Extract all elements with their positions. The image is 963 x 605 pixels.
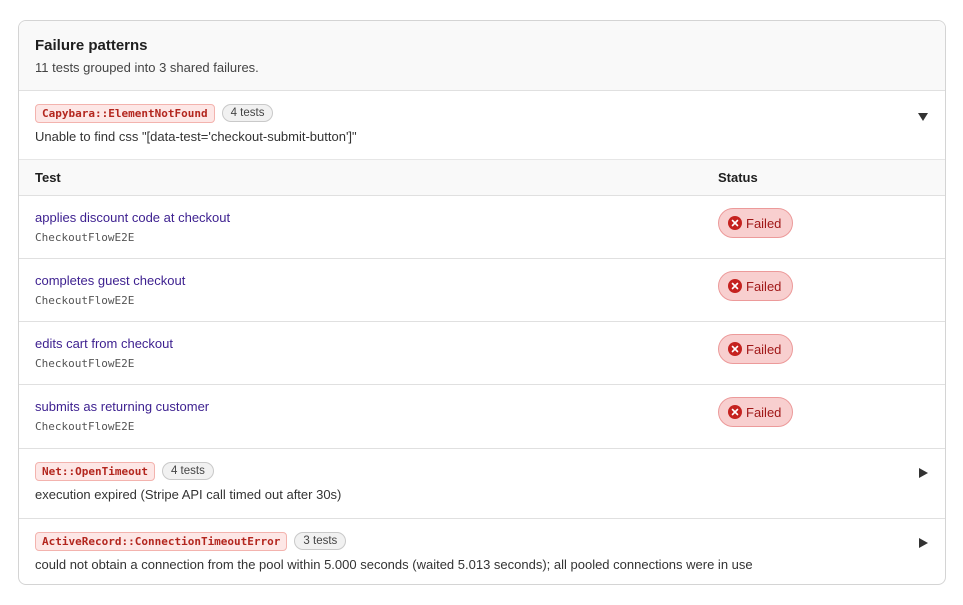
x-circle-icon: [728, 279, 742, 293]
status-badge: Failed: [718, 208, 794, 238]
error-message: could not obtain a connection from the p…: [35, 557, 753, 572]
test-count-pill: 4 tests: [221, 104, 274, 122]
table-header-row: Test Status: [19, 160, 945, 196]
test-count-pill: 4 tests: [161, 462, 214, 480]
failure-group-header[interactable]: Net::OpenTimeout 4 tests execution expir…: [19, 449, 945, 518]
triangle-right-icon[interactable]: [917, 467, 929, 479]
status-badge: Failed: [718, 271, 794, 301]
triangle-right-icon[interactable]: [917, 537, 929, 549]
card-title: Failure patterns: [35, 37, 148, 54]
column-header-status: Status: [718, 170, 758, 185]
test-class-name: CheckoutFlowE2E: [35, 294, 135, 307]
failure-group: Net::OpenTimeout 4 tests execution expir…: [19, 449, 945, 519]
table-row: completes guest checkout CheckoutFlowE2E…: [19, 259, 945, 322]
status-label: Failed: [746, 341, 782, 357]
table-row: submits as returning customer CheckoutFl…: [19, 385, 945, 448]
status-label: Failed: [746, 278, 782, 294]
status-badge: Failed: [718, 397, 794, 427]
failure-group: Capybara::ElementNotFound 4 tests Unable…: [19, 91, 945, 449]
error-message: execution expired (Stripe API call timed…: [35, 487, 342, 502]
x-circle-icon: [728, 216, 742, 230]
error-message: Unable to find css "[data-test='checkout…: [35, 129, 357, 144]
status-label: Failed: [746, 215, 782, 231]
triangle-down-icon[interactable]: [917, 111, 929, 123]
status-badge: Failed: [718, 334, 794, 364]
table-row: edits cart from checkout CheckoutFlowE2E…: [19, 322, 945, 385]
error-class-tag: Capybara::ElementNotFound: [35, 103, 215, 123]
x-circle-icon: [728, 405, 742, 419]
table-row: applies discount code at checkout Checko…: [19, 196, 945, 259]
card-header: Failure patterns 11 tests grouped into 3…: [19, 21, 945, 91]
test-class-name: CheckoutFlowE2E: [35, 357, 135, 370]
column-header-test: Test: [35, 170, 61, 185]
test-name-link[interactable]: edits cart from checkout: [35, 336, 718, 352]
card-subtitle: 11 tests grouped into 3 shared failures.: [35, 60, 259, 75]
failure-group-header[interactable]: ActiveRecord::ConnectionTimeoutError 3 t…: [19, 519, 945, 584]
test-name-link[interactable]: completes guest checkout: [35, 273, 718, 289]
status-label: Failed: [746, 404, 782, 420]
test-class-name: CheckoutFlowE2E: [35, 420, 135, 433]
error-class-tag: Net::OpenTimeout: [35, 461, 155, 481]
test-count-pill: 3 tests: [294, 532, 347, 550]
test-class-name: CheckoutFlowE2E: [35, 231, 135, 244]
failure-group-header[interactable]: Capybara::ElementNotFound 4 tests Unable…: [19, 91, 945, 159]
error-class-tag: ActiveRecord::ConnectionTimeoutError: [35, 531, 288, 551]
failure-group: ActiveRecord::ConnectionTimeoutError 3 t…: [19, 519, 945, 584]
failed-tests-table: Test Status applies discount code at che…: [19, 159, 945, 448]
test-name-link[interactable]: submits as returning customer: [35, 399, 718, 415]
x-circle-icon: [728, 342, 742, 356]
test-name-link[interactable]: applies discount code at checkout: [35, 210, 718, 226]
failure-patterns-card: Failure patterns 11 tests grouped into 3…: [18, 20, 946, 585]
